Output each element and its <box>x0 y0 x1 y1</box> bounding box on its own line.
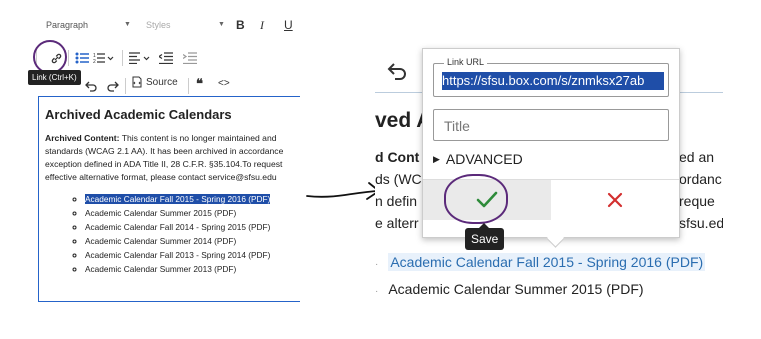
archived-notice-partial: d Cont ds (WC n defin e alterr <box>375 146 422 234</box>
dialog-actions <box>423 174 679 224</box>
selected-link-text[interactable]: Academic Calendar Fall 2015 - Spring 201… <box>388 253 706 271</box>
toolbar-divider <box>68 50 69 66</box>
bullet-icon: · <box>375 259 379 270</box>
list-item-label: Academic Calendar Summer 2015 (PDF) <box>388 281 644 297</box>
list-item[interactable]: Academic Calendar Fall 2015 - Spring 201… <box>85 192 294 206</box>
toolbar-divider <box>188 78 189 94</box>
cancel-button[interactable] <box>551 180 679 220</box>
toolbar-row-1: Paragraph ▼ Styles ▼ B I U <box>28 18 300 36</box>
left-editor-panel: Paragraph ▼ Styles ▼ B I U 12 Link (Ctrl… <box>28 18 300 308</box>
annotation-circle <box>444 174 508 224</box>
list-item[interactable]: Academic Calendar Fall 2013 - Spring 201… <box>85 248 294 262</box>
para-line: d Cont <box>375 149 420 165</box>
para-line: effective alternative format, please con… <box>45 172 277 182</box>
advanced-label: ADVANCED <box>445 151 523 167</box>
toolbar-divider <box>125 78 126 94</box>
indent-icon <box>183 52 197 64</box>
chevron-down-icon: ▼ <box>218 21 225 28</box>
list-item[interactable]: Academic Calendar Summer 2014 (PDF) <box>85 234 294 248</box>
para-line: sfsu.ed <box>679 215 723 231</box>
para-line: This content is no longer maintained and <box>119 133 277 143</box>
para-line: ed an <box>679 149 715 165</box>
para-line: exception defined in ADA Title II, 28 C.… <box>45 159 283 169</box>
source-code-icon <box>132 76 142 88</box>
para-line: ordanc <box>679 171 722 187</box>
para-line: n defin <box>375 193 418 209</box>
svg-text:2: 2 <box>93 59 96 64</box>
link-url-field[interactable]: Link URL https://sfsu.box.com/s/znmksx27… <box>433 57 669 97</box>
link-dialog: Link URL https://sfsu.box.com/s/znmksx27… <box>422 48 680 238</box>
bullet-icon: · <box>375 286 379 297</box>
align-left-icon <box>129 52 150 64</box>
archived-notice: Archived Content: This content is no lon… <box>45 132 294 145</box>
undo-button[interactable] <box>84 76 98 96</box>
list-item[interactable]: · Academic Calendar Fall 2015 - Spring 20… <box>375 250 706 277</box>
annotation-circle <box>33 40 67 74</box>
redo-icon <box>107 81 119 92</box>
undo-icon[interactable] <box>387 62 407 80</box>
outdent-button[interactable] <box>158 48 174 68</box>
link-url-label: Link URL <box>444 57 488 67</box>
redo-button[interactable] <box>106 76 120 96</box>
selected-link-text[interactable]: Academic Calendar Fall 2015 - Spring 201… <box>85 194 271 204</box>
archived-label: Archived Content: <box>45 133 120 143</box>
toolbar-row-2: 12 <box>28 46 300 70</box>
bullet-list-button[interactable] <box>74 48 90 68</box>
close-icon <box>607 192 623 208</box>
calendar-list: · Academic Calendar Fall 2015 - Spring 20… <box>375 250 706 300</box>
caret-right-icon: ▶ <box>433 153 440 164</box>
bold-button[interactable]: B <box>236 18 245 32</box>
title-field[interactable] <box>433 109 669 141</box>
code-button[interactable]: <> <box>218 78 230 89</box>
save-tooltip: Save <box>465 223 505 250</box>
styles-select[interactable]: Styles <box>146 20 171 30</box>
blockquote-button[interactable]: ❝ <box>196 76 203 92</box>
italic-button[interactable]: I <box>260 18 264 33</box>
link-url-input[interactable]: https://sfsu.box.com/s/znmksx27ab <box>442 72 664 90</box>
chevron-down-icon: ▼ <box>124 21 131 28</box>
para-line: standards (WCAG 2.1 AA). It has been arc… <box>45 146 284 156</box>
indent-button[interactable] <box>182 48 198 68</box>
arrow-icon <box>306 182 380 200</box>
undo-icon <box>85 81 97 92</box>
underline-button[interactable]: U <box>284 18 293 32</box>
list-item[interactable]: · Academic Calendar Summer 2015 (PDF) <box>375 277 705 300</box>
toolbar-row-3: Source ❝ <> <box>28 74 300 98</box>
advanced-toggle[interactable]: ▶ ADVANCED <box>433 151 523 167</box>
list-item[interactable]: Academic Calendar Summer 2015 (PDF) <box>85 206 294 220</box>
align-button[interactable] <box>128 48 152 68</box>
numbered-list-icon: 12 <box>93 53 114 64</box>
toolbar-divider <box>122 50 123 66</box>
title-input[interactable] <box>442 111 666 141</box>
archived-notice-right: ed an ordanc reque sfsu.ed <box>679 146 723 234</box>
list-item[interactable]: Academic Calendar Summer 2013 (PDF) <box>85 262 294 276</box>
calendar-list: Academic Calendar Fall 2015 - Spring 201… <box>45 192 294 276</box>
bullet-list-icon <box>75 52 89 64</box>
source-button[interactable]: Source <box>131 76 178 88</box>
page-heading: Archived Academic Calendars <box>45 107 232 122</box>
numbered-list-button[interactable]: 12 <box>92 48 116 68</box>
para-line: e alterr <box>375 215 419 231</box>
para-line: ds (WC <box>375 171 422 187</box>
editor-content-area[interactable]: Archived Academic Calendars Archived Con… <box>38 96 300 302</box>
para-line: reque <box>679 193 715 209</box>
source-label: Source <box>146 76 178 88</box>
outdent-icon <box>159 52 173 64</box>
format-select[interactable]: Paragraph <box>46 20 88 30</box>
list-item[interactable]: Academic Calendar Fall 2014 - Spring 201… <box>85 220 294 234</box>
